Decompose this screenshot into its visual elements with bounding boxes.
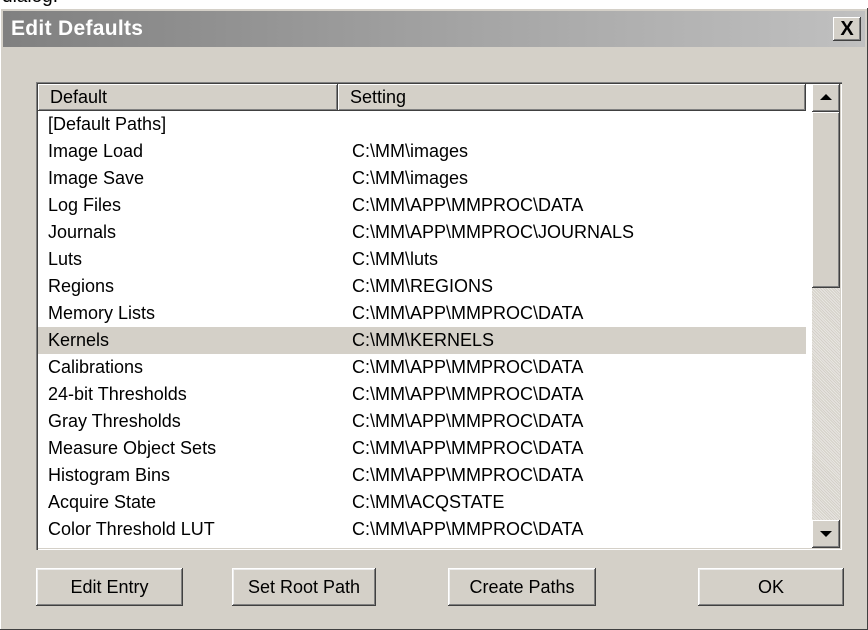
setting-value: C:\MM\APP\MMPROC\DATA: [352, 195, 584, 215]
setting-value: C:\MM\ACQSTATE: [352, 492, 505, 512]
column-header-setting[interactable]: Setting: [338, 84, 806, 111]
edit-entry-button[interactable]: Edit Entry: [36, 568, 183, 606]
list-item[interactable]: Image Load C:\MM\images: [38, 138, 806, 165]
default-name: Luts: [48, 249, 83, 269]
default-name: Measure Object Sets: [48, 438, 217, 458]
default-name: [Default Paths]: [48, 114, 167, 134]
setting-value: C:\MM\APP\MMPROC\DATA: [352, 357, 584, 377]
list-item[interactable]: Memory Lists C:\MM\APP\MMPROC\DATA: [38, 300, 806, 327]
arrow-up-icon: [820, 94, 832, 100]
setting-value: C:\MM\APP\MMPROC\DATA: [352, 519, 584, 539]
close-button[interactable]: X: [833, 17, 861, 41]
list-item[interactable]: Gray Thresholds C:\MM\APP\MMPROC\DATA: [38, 408, 806, 435]
setting-value: C:\MM\APP\MMPROC\DATA: [352, 465, 584, 485]
default-name: Color Threshold LUT: [48, 519, 215, 539]
list-item[interactable]: Regions C:\MM\REGIONS: [38, 273, 806, 300]
setting-value: C:\MM\APP\MMPROC\DATA: [352, 411, 584, 431]
list-item[interactable]: [Default Paths]: [38, 111, 806, 138]
default-name: Memory Lists: [48, 303, 156, 323]
setting-value: C:\MM\APP\MMPROC\JOURNALS: [352, 222, 635, 242]
setting-value: C:\MM\APP\MMPROC\DATA: [352, 438, 584, 458]
scroll-down-button[interactable]: [812, 520, 840, 548]
default-name: Gray Thresholds: [48, 411, 181, 431]
scroll-thumb[interactable]: [812, 112, 840, 288]
list-item[interactable]: Histogram Bins C:\MM\APP\MMPROC\DATA: [38, 462, 806, 489]
dialog-title: Edit Defaults: [11, 17, 144, 40]
list-item[interactable]: Journals C:\MM\APP\MMPROC\JOURNALS: [38, 219, 806, 246]
column-header-default[interactable]: Default: [38, 84, 338, 111]
list-item[interactable]: Color Threshold LUT C:\MM\APP\MMPROC\DATA: [38, 516, 806, 543]
caption-text: dialog.: [2, 0, 58, 8]
arrow-down-icon: [820, 531, 832, 537]
create-paths-button[interactable]: Create Paths: [448, 568, 596, 606]
setting-value: C:\MM\images: [352, 168, 469, 188]
setting-value: C:\MM\luts: [352, 249, 439, 269]
default-name: Kernels: [48, 330, 110, 350]
list-item[interactable]: Acquire State C:\MM\ACQSTATE: [38, 489, 806, 516]
default-name: Image Load: [48, 141, 144, 161]
list-item[interactable]: Luts C:\MM\luts: [38, 246, 806, 273]
edit-defaults-dialog: Edit Defaults X Default Setting [Default…: [0, 8, 868, 630]
scroll-up-button[interactable]: [812, 84, 840, 112]
list-rows: [Default Paths] Image Load C:\MM\images Ima…: [38, 111, 806, 550]
setting-value: C:\MM\APP\MMPROC\DATA: [352, 303, 584, 323]
default-name: Calibrations: [48, 357, 144, 377]
setting-value: C:\MM\REGIONS: [352, 276, 494, 296]
default-name: Acquire State: [48, 492, 157, 512]
list-item[interactable]: Measure Object Sets C:\MM\APP\MMPROC\DATA: [38, 435, 806, 462]
title-bar[interactable]: Edit Defaults X: [3, 11, 865, 47]
default-name: Regions: [48, 276, 115, 296]
close-icon: X: [840, 18, 854, 40]
list-item[interactable]: Image Save C:\MM\images: [38, 165, 806, 192]
list-header: Default Setting: [38, 84, 806, 111]
setting-value: C:\MM\KERNELS: [352, 330, 495, 350]
default-name: 24-bit Thresholds: [48, 384, 187, 404]
list-item[interactable]: Calibrations C:\MM\APP\MMPROC\DATA: [38, 354, 806, 381]
default-name: Log Files: [48, 195, 122, 215]
defaults-list[interactable]: Default Setting [Default Paths] Image Loa…: [36, 82, 842, 550]
set-root-path-button[interactable]: Set Root Path: [232, 568, 376, 606]
list-item[interactable]: Kernels C:\MM\KERNELS: [38, 327, 806, 354]
setting-value: C:\MM\images: [352, 141, 469, 161]
setting-value: C:\MM\APP\MMPROC\DATA: [352, 384, 584, 404]
vertical-scrollbar[interactable]: [812, 84, 840, 548]
list-item[interactable]: 24-bit Thresholds C:\MM\APP\MMPROC\DATA: [38, 381, 806, 408]
default-name: Image Save: [48, 168, 145, 188]
ok-button[interactable]: OK: [698, 568, 844, 606]
default-name: Journals: [48, 222, 117, 242]
list-item[interactable]: Log Files C:\MM\APP\MMPROC\DATA: [38, 192, 806, 219]
default-name: Histogram Bins: [48, 465, 171, 485]
